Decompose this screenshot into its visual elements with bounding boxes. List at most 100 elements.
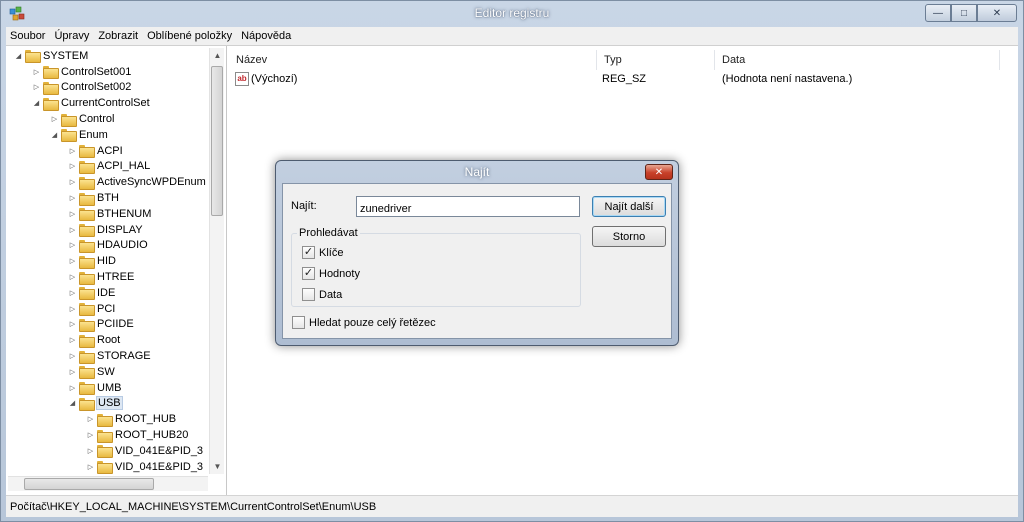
tree-item[interactable]: ▷ STORAGE: [6, 348, 206, 364]
expand-arrow-icon[interactable]: ▷: [32, 68, 41, 76]
menu-upravy[interactable]: Úpravy: [54, 30, 89, 42]
tree-item[interactable]: ▷ Root: [6, 332, 206, 348]
tree-horizontal-scrollbar[interactable]: [8, 476, 208, 491]
list-item[interactable]: ab (Výchozí) REG_SZ (Hodnota není nastav…: [229, 72, 1018, 88]
tree-item[interactable]: ▷ HID: [6, 253, 206, 269]
checkbox-data[interactable]: [302, 288, 315, 301]
folder-icon: [43, 97, 59, 111]
tree-item[interactable]: ▷ ControlSet001: [6, 64, 206, 80]
expand-arrow-icon[interactable]: ▷: [68, 257, 77, 265]
menu-soubor[interactable]: Soubor: [10, 30, 45, 42]
close-button[interactable]: ✕: [977, 4, 1017, 22]
expand-arrow-icon[interactable]: ▷: [68, 384, 77, 392]
scroll-down-arrow-icon[interactable]: ▼: [210, 459, 225, 474]
menu-zobrazit[interactable]: Zobrazit: [98, 30, 138, 42]
tree-item[interactable]: ▷ PCIIDE: [6, 317, 206, 333]
tree-item-label: Root: [97, 334, 121, 347]
menu-napoveda[interactable]: Nápověda: [241, 30, 291, 42]
checkbox-values[interactable]: ✓: [302, 267, 315, 280]
expand-arrow-icon[interactable]: ▷: [68, 273, 77, 281]
tree-item[interactable]: ▷ ROOT_HUB20: [6, 427, 206, 443]
key-tree-pane[interactable]: ◢ SYSTEM ▷ ControlSet001 ▷ ControlSet002 ◢ Curr…: [6, 46, 227, 496]
expand-arrow-icon[interactable]: ▷: [68, 241, 77, 249]
folder-icon: [61, 129, 77, 143]
tree-item[interactable]: ▷ UMB: [6, 380, 206, 396]
expand-arrow-icon[interactable]: ▷: [86, 447, 95, 455]
dialog-close-icon[interactable]: ✕: [645, 164, 673, 180]
collapse-arrow-icon[interactable]: ◢: [14, 52, 23, 60]
tree-item[interactable]: ◢ CurrentControlSet: [6, 95, 206, 111]
tree-item[interactable]: ▷ Control: [6, 111, 206, 127]
collapse-arrow-icon[interactable]: ◢: [68, 399, 77, 407]
folder-icon: [79, 287, 95, 301]
tree-item[interactable]: ▷ HDAUDIO: [6, 238, 206, 254]
maximize-button[interactable]: □: [951, 4, 977, 22]
expand-arrow-icon[interactable]: ▷: [68, 289, 77, 297]
tree-item[interactable]: ▷ ACPI_HAL: [6, 159, 206, 175]
tree-item[interactable]: ▷ HTREE: [6, 269, 206, 285]
tree-item[interactable]: ▷ SW: [6, 364, 206, 380]
find-next-button[interactable]: Najít další: [592, 196, 666, 217]
expand-arrow-icon[interactable]: ▷: [68, 368, 77, 376]
tree-item-label: PCI: [97, 302, 116, 315]
tree-vertical-scrollbar[interactable]: ▲ ▼: [209, 48, 224, 474]
expand-arrow-icon[interactable]: ▷: [68, 352, 77, 360]
checkbox-whole-string[interactable]: [292, 316, 305, 329]
option-keys[interactable]: ✓ Klíče: [302, 246, 343, 259]
option-data[interactable]: Data: [302, 288, 342, 301]
tree-item[interactable]: ▷ BTHENUM: [6, 206, 206, 222]
menu-oblibene-polozky[interactable]: Oblíbené položky: [147, 30, 232, 42]
tree-item[interactable]: ▷ VID_041E&PID_3: [6, 443, 206, 459]
expand-arrow-icon[interactable]: ▷: [86, 415, 95, 423]
expand-arrow-icon[interactable]: ▷: [68, 305, 77, 313]
tree-item-label: ACPI_HAL: [97, 160, 151, 173]
tree-item[interactable]: ▷ IDE: [6, 285, 206, 301]
option-values[interactable]: ✓ Hodnoty: [302, 267, 360, 280]
folder-icon: [79, 318, 95, 332]
minimize-button[interactable]: —: [925, 4, 951, 22]
folder-icon: [97, 413, 113, 427]
column-header-type[interactable]: Typ: [597, 50, 715, 70]
tree-item-label: HDAUDIO: [97, 239, 148, 252]
collapse-arrow-icon[interactable]: ◢: [32, 99, 41, 107]
tree-item[interactable]: ▷ ACPI: [6, 143, 206, 159]
tree-item-label: ActiveSyncWPDEnum: [97, 176, 206, 189]
expand-arrow-icon[interactable]: ▷: [86, 431, 95, 439]
expand-arrow-icon[interactable]: ▷: [32, 83, 41, 91]
tree-item[interactable]: ▷ PCI: [6, 301, 206, 317]
tree-item[interactable]: ▷ VID_041E&PID_3: [6, 459, 206, 475]
scroll-up-arrow-icon[interactable]: ▲: [210, 48, 225, 63]
tree-item-label: ControlSet002: [61, 81, 132, 94]
title-bar[interactable]: Editor registru — □ ✕: [1, 1, 1023, 27]
expand-arrow-icon[interactable]: ▷: [68, 147, 77, 155]
cancel-button[interactable]: Storno: [592, 226, 666, 247]
tree-item[interactable]: ◢ Enum: [6, 127, 206, 143]
option-whole-string[interactable]: Hledat pouze celý řetězec: [292, 316, 436, 329]
tree-item[interactable]: ▷ ControlSet002: [6, 80, 206, 96]
expand-arrow-icon[interactable]: ▷: [68, 320, 77, 328]
collapse-arrow-icon[interactable]: ◢: [50, 131, 59, 139]
expand-arrow-icon[interactable]: ▷: [68, 210, 77, 218]
column-header-data[interactable]: Data: [715, 50, 1000, 70]
find-input[interactable]: [356, 196, 580, 217]
expand-arrow-icon[interactable]: ▷: [50, 115, 59, 123]
column-header-name[interactable]: Název: [229, 50, 597, 70]
tree-item[interactable]: ◢ SYSTEM: [6, 48, 206, 64]
tree-item[interactable]: ▷ ActiveSyncWPDEnum: [6, 174, 206, 190]
scroll-thumb[interactable]: [211, 66, 223, 216]
tree-item[interactable]: ◢ USB: [6, 396, 206, 412]
tree-item-label: SYSTEM: [43, 49, 89, 62]
tree-item-label: SW: [97, 365, 115, 378]
expand-arrow-icon[interactable]: ▷: [68, 336, 77, 344]
tree-item[interactable]: ▷ BTH: [6, 190, 206, 206]
tree-item[interactable]: ▷ DISPLAY: [6, 222, 206, 238]
horizontal-scroll-thumb[interactable]: [24, 478, 154, 490]
expand-arrow-icon[interactable]: ▷: [68, 194, 77, 202]
checkbox-keys[interactable]: ✓: [302, 246, 315, 259]
expand-arrow-icon[interactable]: ▷: [68, 178, 77, 186]
expand-arrow-icon[interactable]: ▷: [68, 226, 77, 234]
tree-item-label: ACPI: [97, 144, 123, 157]
tree-item[interactable]: ▷ ROOT_HUB: [6, 411, 206, 427]
expand-arrow-icon[interactable]: ▷: [86, 463, 95, 471]
expand-arrow-icon[interactable]: ▷: [68, 162, 77, 170]
